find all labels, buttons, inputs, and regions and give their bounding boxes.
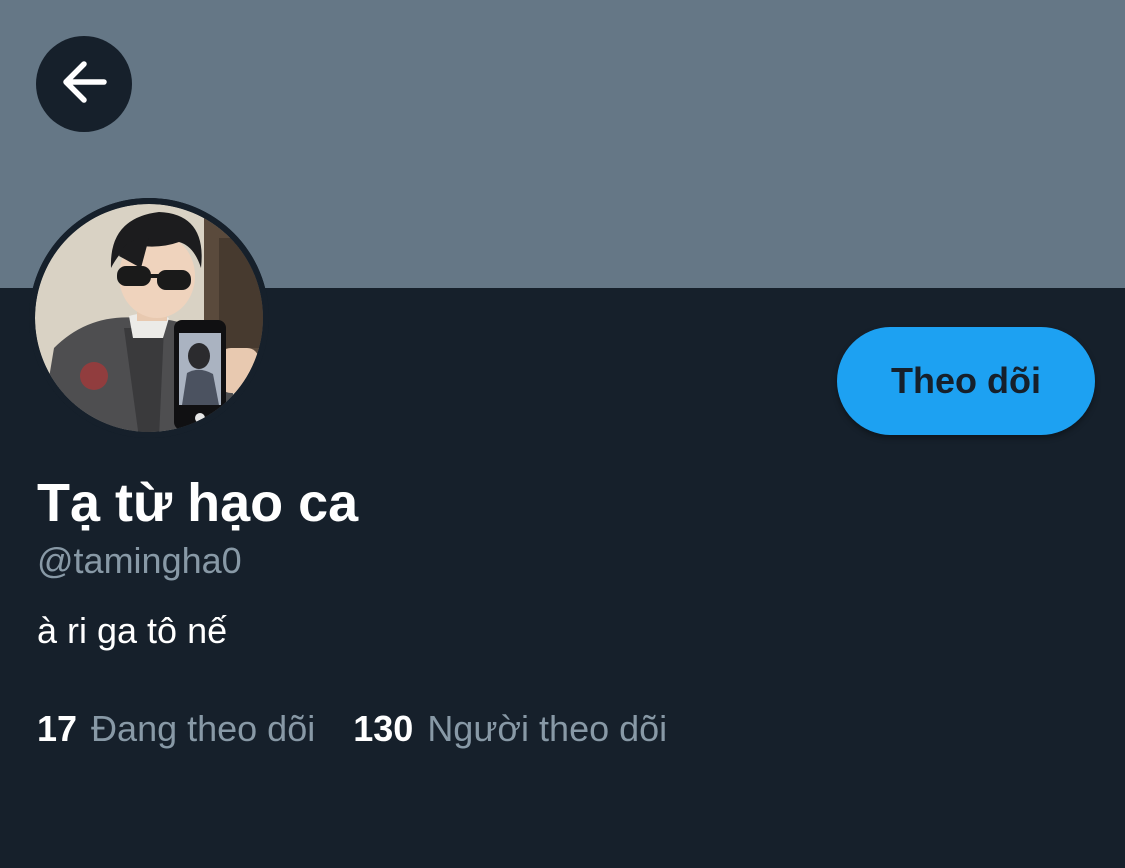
following-label: Đang theo dõi (91, 708, 316, 749)
followers-label: Người theo dõi (427, 708, 668, 749)
followers-count: 130 (353, 708, 414, 749)
profile-page: Theo dõi Tạ từ hạo ca @tamingha0 à ri ga… (0, 0, 1125, 868)
follow-button[interactable]: Theo dõi (837, 327, 1095, 435)
following-count: 17 (37, 708, 78, 749)
back-button[interactable] (36, 36, 132, 132)
avatar[interactable] (29, 198, 269, 438)
username-handle: @tamingha0 (37, 540, 242, 581)
profile-bio: à ri ga tô nế (37, 610, 228, 651)
follow-stats: 17 Đang theo dõi 130 Người theo dõi (37, 707, 667, 751)
arrow-left-icon (58, 56, 110, 113)
following-stat[interactable]: 17 Đang theo dõi (37, 707, 315, 751)
display-name: Tạ từ hạo ca (37, 473, 359, 533)
followers-stat[interactable]: 130 Người theo dõi (353, 707, 667, 751)
